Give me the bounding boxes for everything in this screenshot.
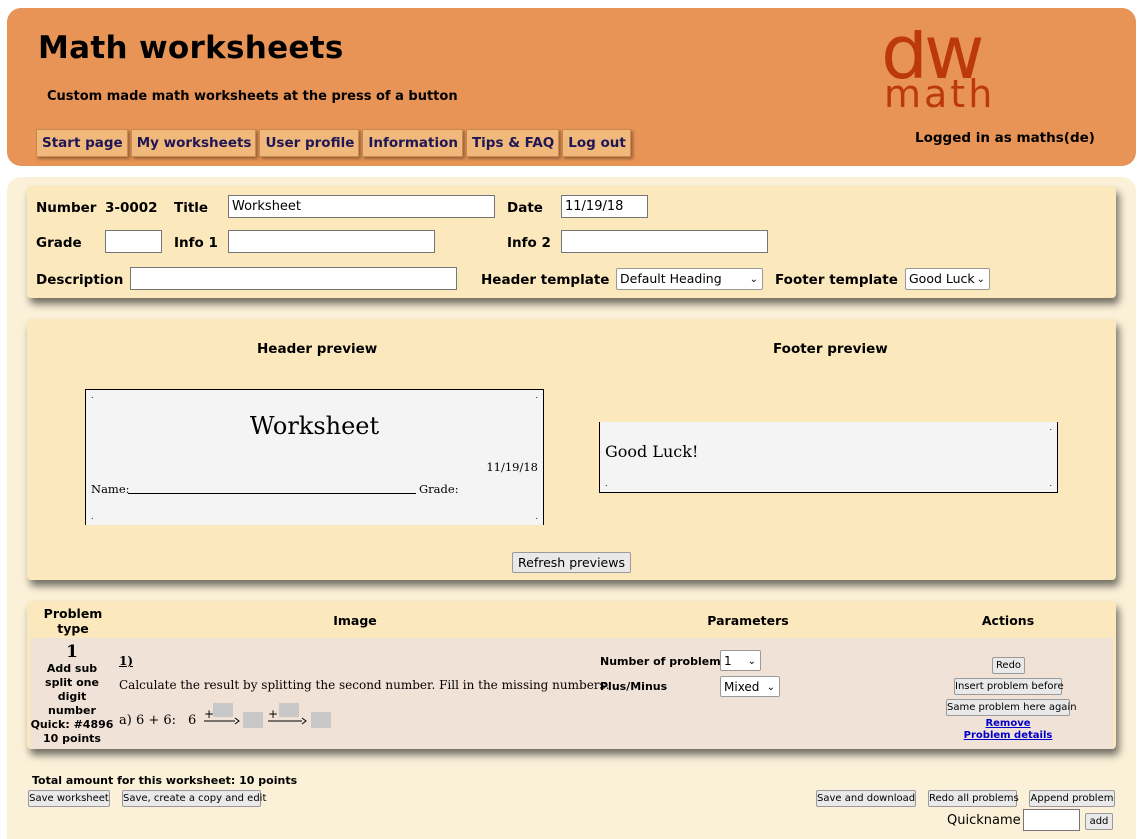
app-header: Math worksheets Custom made math workshe… [7, 8, 1136, 166]
grade-input[interactable] [105, 230, 162, 253]
title-input[interactable]: Worksheet [228, 195, 495, 218]
param-plus-minus-value: Mixed [724, 680, 760, 694]
problem-quick-id: Quick: #4896 [30, 718, 114, 731]
add-quickname-button[interactable]: add [1085, 813, 1113, 830]
chevron-down-icon: ⌄ [747, 656, 756, 667]
info2-input[interactable] [561, 230, 768, 253]
total-points: Total amount for this worksheet: 10 poin… [32, 774, 298, 787]
corner-mark: . [535, 391, 538, 400]
logged-in-status: Logged in as maths(de) [915, 130, 1095, 146]
save-copy-edit-button[interactable]: Save, create a copy and edit [122, 790, 266, 807]
header-preview: . . Worksheet 11/19/18 Name: Grade: . . [85, 389, 544, 525]
header-preview-heading: Worksheet [249, 412, 380, 440]
param-number-of-problems-label: Number of problems [600, 655, 728, 668]
param-number-of-problems-select[interactable]: 1 ⌄ [720, 650, 761, 671]
col-header-problem-type: Problem type [43, 606, 103, 636]
problem-instruction: Calculate the result by splitting the se… [119, 678, 610, 692]
nav-log-out[interactable]: Log out [562, 129, 631, 157]
plus-sign: + [204, 707, 214, 721]
param-plus-minus-label: Plus/Minus [600, 680, 668, 693]
problem-row: 1 Add sub split one digit number Quick: … [30, 638, 1113, 749]
footer-template-select[interactable]: Good Luck ⌄ [905, 268, 990, 290]
col-header-image: Image [333, 613, 377, 628]
missing-number-box [311, 712, 331, 728]
missing-number-box [279, 703, 299, 717]
nav-start-page[interactable]: Start page [36, 129, 128, 157]
redo-all-problems-button[interactable]: Redo all problems [928, 790, 1019, 807]
quickname-input[interactable] [1023, 809, 1080, 831]
date-input[interactable]: 11/19/18 [561, 195, 648, 218]
param-number-of-problems-value: 1 [724, 654, 732, 668]
problem-label: 1) [119, 654, 134, 668]
corner-mark: . [535, 512, 538, 521]
problem-details-link[interactable]: Problem details [960, 730, 1056, 741]
split-diagram: + + [204, 703, 331, 728]
missing-number-box [243, 712, 263, 728]
append-problem-button[interactable]: Append problem [1029, 790, 1115, 807]
dwmath-logo: dw math [881, 30, 995, 110]
footer-preview-text: Good Luck! [605, 442, 699, 461]
worksheet-form-panel: Number 3-0002 Title Worksheet Date 11/19… [27, 186, 1116, 298]
missing-number-box [213, 703, 233, 717]
number-value: 3-0002 [105, 200, 158, 216]
plus-sign: + [268, 707, 278, 721]
remove-link[interactable]: Remove [970, 718, 1046, 729]
title-label: Title [174, 200, 209, 216]
col-header-parameters: Parameters [707, 613, 789, 628]
description-label: Description [36, 272, 124, 288]
param-plus-minus-select[interactable]: Mixed ⌄ [720, 676, 780, 697]
nav-information[interactable]: Information [362, 129, 463, 157]
chevron-down-icon: ⌄ [976, 274, 985, 285]
quickname-label: Quickname [947, 813, 1021, 828]
problem-points: 10 points [43, 732, 101, 745]
footer-template-value: Good Luck [909, 271, 975, 286]
date-label: Date [507, 200, 543, 216]
info1-label: Info 1 [174, 235, 218, 251]
header-preview-grade-label: Grade: [419, 482, 459, 496]
problem-example-start: 6 [188, 713, 197, 728]
refresh-previews-button[interactable]: Refresh previews [512, 552, 631, 573]
header-template-select[interactable]: Default Heading ⌄ [616, 268, 763, 290]
arrow-head [301, 717, 307, 725]
header-preview-name-label: Name: [91, 482, 130, 496]
chevron-down-icon: ⌄ [749, 274, 758, 285]
footer-preview: . Good Luck! . . [599, 422, 1058, 493]
description-input[interactable] [130, 267, 457, 290]
col-header-actions: Actions [981, 613, 1035, 628]
header-template-label: Header template [481, 272, 610, 288]
arrow-head [234, 717, 240, 725]
problem-index: 1 [66, 642, 78, 662]
info2-label: Info 2 [507, 235, 551, 251]
main-nav: Start page My worksheets User profile In… [36, 129, 631, 157]
header-template-value: Default Heading [620, 271, 722, 286]
info1-input[interactable] [228, 230, 435, 253]
header-preview-date: 11/19/18 [486, 460, 538, 474]
corner-mark: . [1049, 423, 1052, 432]
logo-text-bottom: math [884, 72, 995, 110]
footer-preview-title: Footer preview [773, 341, 888, 357]
save-worksheet-button[interactable]: Save worksheet [28, 790, 110, 807]
corner-mark: . [605, 479, 608, 488]
nav-tips-faq[interactable]: Tips & FAQ [465, 129, 560, 157]
app-subtitle: Custom made math worksheets at the press… [47, 89, 458, 104]
preview-panel: Header preview Footer preview . . Worksh… [27, 319, 1116, 580]
header-preview-title: Header preview [257, 341, 378, 357]
chevron-down-icon: ⌄ [766, 682, 775, 693]
nav-user-profile[interactable]: User profile [259, 129, 360, 157]
redo-button[interactable]: Redo [992, 657, 1025, 674]
problem-type-name: Add sub split one digit number [45, 662, 99, 717]
same-problem-again-button[interactable]: Same problem here again [946, 699, 1077, 716]
problem-example-prefix: a) 6 + 6: [119, 713, 177, 728]
app-title: Math worksheets [38, 30, 344, 66]
corner-mark: . [1049, 479, 1052, 488]
number-label: Number [36, 200, 97, 216]
insert-problem-before-button[interactable]: Insert problem before [954, 678, 1064, 695]
corner-mark: . [91, 391, 94, 400]
name-line [128, 493, 416, 494]
save-and-download-button[interactable]: Save and download [816, 790, 916, 807]
nav-my-worksheets[interactable]: My worksheets [130, 129, 257, 157]
grade-label: Grade [36, 235, 82, 251]
corner-mark: . [91, 512, 94, 521]
footer-template-label: Footer template [775, 272, 898, 288]
